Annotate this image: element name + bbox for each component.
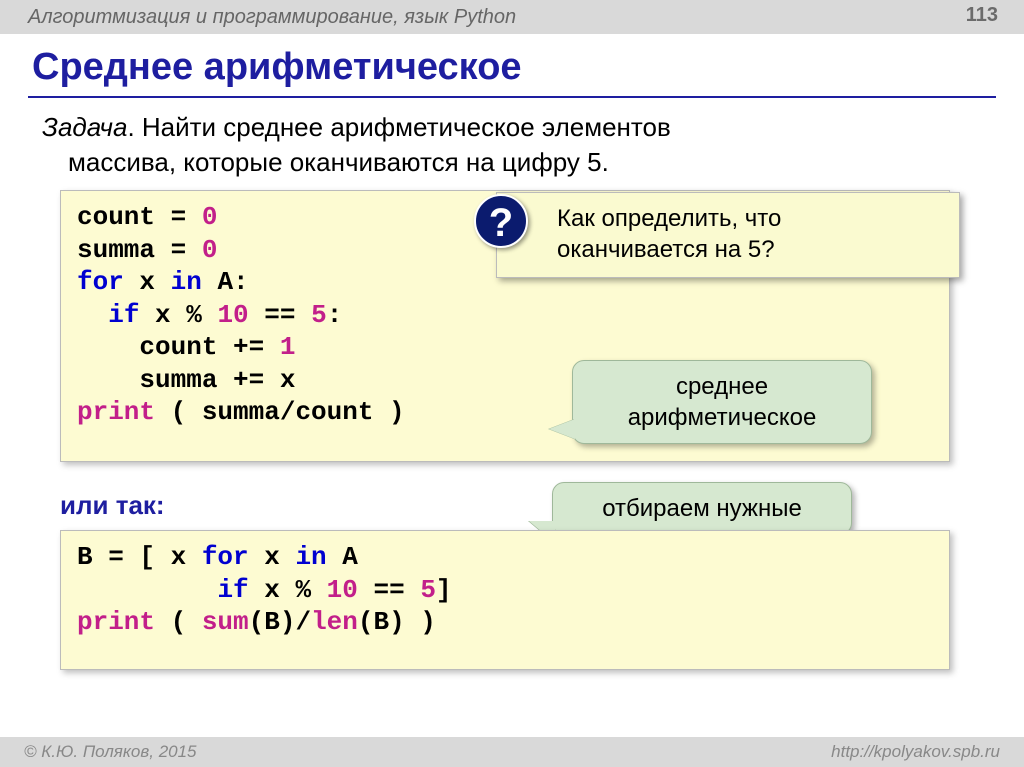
title-underline	[28, 96, 996, 98]
slide-title: Среднее арифметическое	[32, 46, 522, 89]
header-bar: Алгоритмизация и программирование, язык …	[0, 0, 1024, 34]
task-text: Задача. Найти среднее арифметическое эле…	[42, 110, 682, 180]
task-line-1: . Найти среднее арифметическое элементов	[127, 112, 670, 142]
code-block-2: B = [ x for x in A if x % 10 == 5] print…	[60, 530, 950, 670]
callout-average: среднее арифметическое	[572, 360, 872, 444]
question-line-1: Как определить, что	[557, 203, 945, 234]
question-mark-icon: ?	[474, 194, 528, 248]
footer-copyright: © К.Ю. Поляков, 2015	[24, 742, 197, 761]
slide: Алгоритмизация и программирование, язык …	[0, 0, 1024, 767]
footer-bar: © К.Ю. Поляков, 2015 http://kpolyakov.sp…	[0, 737, 1024, 767]
or-label: или так:	[60, 490, 165, 521]
callout-filter: отбираем нужные	[552, 482, 852, 535]
task-label: Задача	[42, 112, 127, 142]
footer-url: http://kpolyakov.spb.ru	[831, 742, 1000, 762]
question-balloon: Как определить, что оканчивается на 5?	[496, 192, 960, 278]
task-line-2: массива, которые оканчиваются на цифру 5…	[68, 145, 682, 180]
page-number: 113	[966, 4, 998, 27]
course-title: Алгоритмизация и программирование, язык …	[28, 6, 516, 28]
question-line-2: оканчивается на 5?	[557, 234, 945, 265]
code-2: B = [ x for x in A if x % 10 == 5] print…	[61, 531, 949, 649]
